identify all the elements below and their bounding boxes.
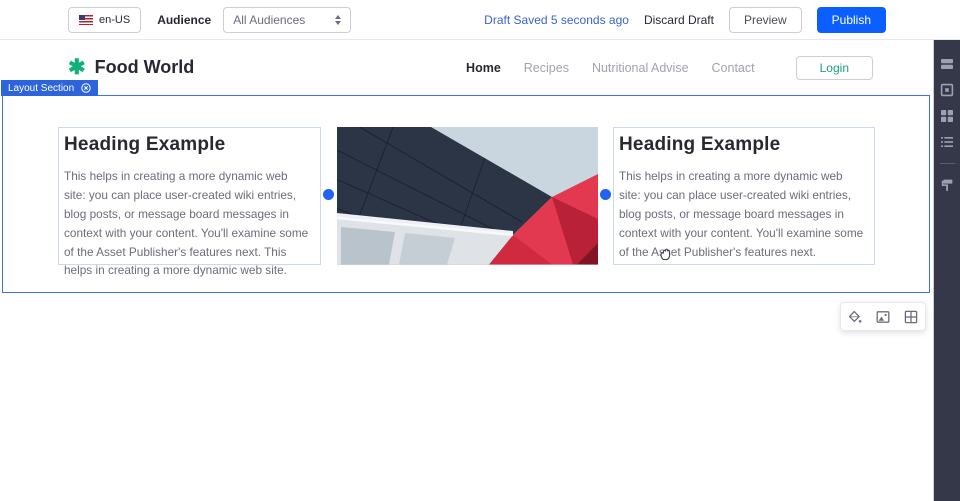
image-fragment[interactable] [337, 127, 598, 265]
fragment-heading[interactable]: Heading Example [64, 134, 312, 156]
sidebar-divider [940, 163, 955, 164]
selector-arrows-icon [335, 15, 341, 25]
layout-grid-icon[interactable] [904, 310, 918, 324]
column-resize-handle[interactable] [600, 189, 611, 200]
fragment-body[interactable]: This helps in creating a more dynamic we… [64, 167, 312, 280]
section-floating-toolbar [840, 302, 926, 331]
control-bar-actions: Draft Saved 5 seconds ago Discard Draft … [484, 7, 886, 33]
widget-icon[interactable] [940, 83, 954, 97]
language-label: en-US [99, 14, 130, 26]
language-selector-button[interactable]: en-US [68, 7, 141, 33]
layout-section-badge-label: Layout Section [8, 83, 74, 94]
editor-control-bar: en-US Audience All Audiences Draft Saved… [0, 0, 960, 40]
editor-sidebar [933, 40, 960, 501]
fragments-icon[interactable] [940, 109, 954, 123]
preview-button[interactable]: Preview [729, 7, 802, 33]
nav-item-contact[interactable]: Contact [712, 61, 755, 75]
audience-select[interactable]: All Audiences [223, 7, 351, 33]
site-brand-name: Food World [95, 57, 195, 78]
discard-draft-link[interactable]: Discard Draft [644, 13, 714, 27]
site-header: ✱ Food World Home Recipes Nutritional Ad… [0, 40, 933, 95]
look-and-feel-icon[interactable] [940, 178, 954, 192]
site-brand: ✱ Food World [68, 57, 194, 78]
nav-item-recipes[interactable]: Recipes [524, 61, 569, 75]
login-button[interactable]: Login [796, 56, 873, 80]
fill-color-icon[interactable] [848, 310, 862, 324]
us-flag-icon [79, 15, 93, 25]
text-fragment-left[interactable]: Heading Example This helps in creating a… [58, 127, 321, 265]
layout-section-badge: Layout Section [1, 80, 98, 96]
circle-x-icon[interactable] [81, 83, 91, 93]
nav-item-nutritional-advise[interactable]: Nutritional Advise [592, 61, 689, 75]
asterisk-logo-icon: ✱ [68, 57, 86, 78]
architecture-photo [337, 127, 598, 265]
audience-label: Audience [157, 13, 211, 27]
publish-button[interactable]: Publish [817, 7, 886, 33]
sections-icon[interactable] [940, 57, 954, 71]
selected-layout-section[interactable]: Layout Section Heading Example This help… [2, 95, 930, 293]
nav-item-home[interactable]: Home [466, 61, 501, 75]
site-nav: Home Recipes Nutritional Advise Contact … [466, 56, 873, 80]
fragment-body[interactable]: This helps in creating a more dynamic we… [619, 167, 866, 261]
audience-select-value: All Audiences [233, 13, 305, 27]
page-structure-icon[interactable] [940, 135, 954, 149]
column-resize-handle[interactable] [323, 189, 334, 200]
background-image-icon[interactable] [876, 310, 890, 324]
draft-status-text: Draft Saved 5 seconds ago [484, 13, 629, 27]
fragment-heading[interactable]: Heading Example [619, 134, 866, 156]
text-fragment-right[interactable]: Heading Example This helps in creating a… [613, 127, 875, 265]
